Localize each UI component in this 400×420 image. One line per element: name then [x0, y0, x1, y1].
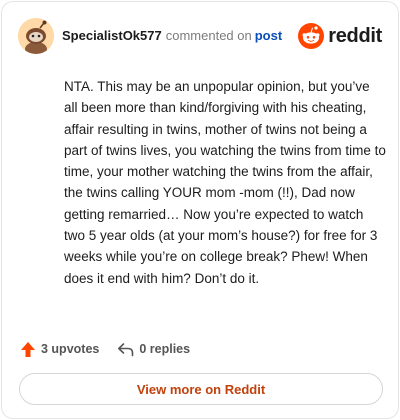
reply-button[interactable]: 0 replies — [117, 342, 190, 357]
comment-header: SpecialistOk577 commented on post reddit — [18, 18, 382, 54]
reddit-comment-card: SpecialistOk577 commented on post reddit N… — [1, 1, 399, 419]
username[interactable]: SpecialistOk577 — [62, 28, 162, 43]
comment-actions: 3 upvotes 0 replies — [20, 339, 190, 359]
user-avatar[interactable] — [18, 18, 54, 54]
reddit-snoo-icon — [298, 23, 325, 49]
comment-body: NTA. This may be an unpopular opinion, b… — [64, 79, 386, 286]
upvote-button[interactable]: 3 upvotes — [20, 341, 99, 358]
upvote-count: 3 upvotes — [41, 342, 100, 356]
comment-meta: SpecialistOk577 commented on post — [62, 28, 282, 44]
post-link[interactable]: post — [255, 28, 282, 43]
commented-on-text: commented on — [165, 28, 252, 43]
reddit-wordmark: reddit — [328, 24, 382, 47]
reply-count: 0 replies — [139, 342, 191, 356]
view-more-button[interactable]: View more on Reddit — [19, 373, 383, 405]
reply-icon — [118, 342, 134, 356]
upvote-arrow-icon — [21, 341, 35, 357]
reddit-brand[interactable]: reddit — [298, 23, 382, 49]
avatar-snoo-icon — [18, 18, 54, 54]
